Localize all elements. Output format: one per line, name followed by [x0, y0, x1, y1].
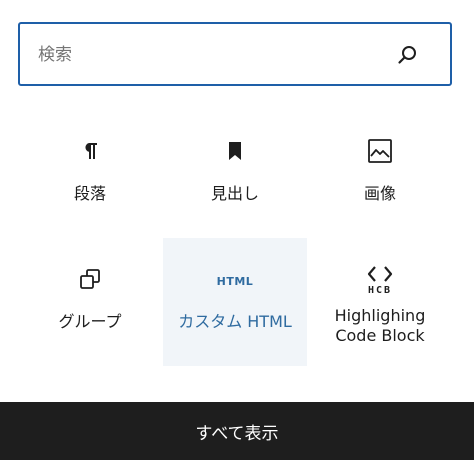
search-box[interactable]	[18, 22, 452, 86]
hcb-icon-text: HCB	[367, 284, 393, 296]
block-item-custom-html[interactable]: HTML カスタム HTML	[163, 238, 307, 366]
block-item-image[interactable]: 画像	[308, 110, 452, 238]
block-label: Highlighing Code Block	[334, 306, 426, 345]
paragraph-icon	[78, 139, 102, 167]
search-input[interactable]	[38, 40, 378, 70]
block-label: 見出し	[210, 184, 259, 203]
image-icon	[367, 138, 393, 168]
block-label: 画像	[363, 184, 396, 203]
block-item-heading[interactable]: 見出し	[163, 110, 307, 238]
block-label: カスタム HTML	[178, 312, 292, 331]
block-label: グループ	[58, 312, 122, 331]
block-item-group[interactable]: グループ	[18, 238, 162, 366]
hcb-icon: HCB	[366, 265, 394, 296]
block-item-paragraph[interactable]: 段落	[18, 110, 162, 238]
block-item-highlighting-code-block[interactable]: HCB Highlighing Code Block	[308, 238, 452, 366]
block-label: 段落	[73, 184, 106, 203]
search-icon[interactable]	[396, 43, 420, 67]
group-icon	[78, 267, 102, 295]
html-icon: HTML	[216, 274, 254, 288]
show-all-button[interactable]: すべて表示	[0, 402, 474, 460]
bookmark-icon	[223, 139, 247, 167]
